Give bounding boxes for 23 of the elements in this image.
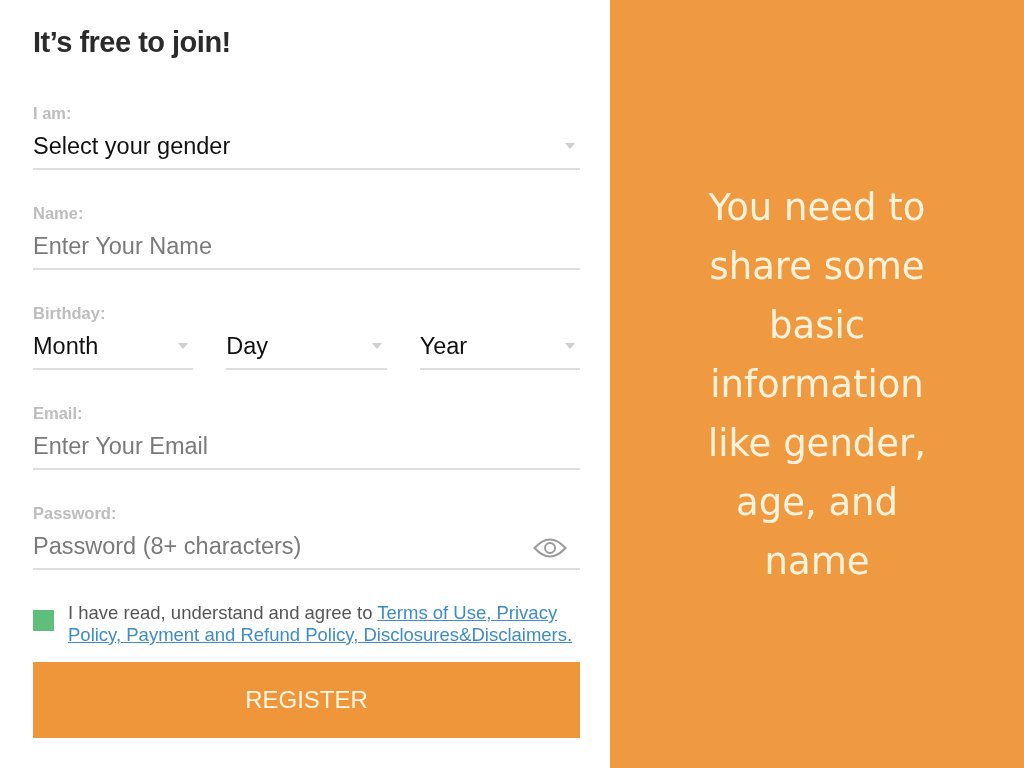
caret-icon [565, 343, 575, 349]
policy-link[interactable]: Terms of Use, Privacy [377, 602, 558, 623]
field-label: Name: [33, 204, 84, 222]
input-field[interactable]: Enter Your Email [33, 430, 580, 470]
field-label: I am: [33, 104, 72, 122]
dropdown[interactable]: Day [226, 330, 387, 370]
dropdown[interactable]: Year [419, 330, 580, 370]
field-label: Password: [33, 504, 117, 522]
dropdown[interactable]: Month [33, 330, 194, 370]
caret-icon [565, 143, 575, 149]
form-title: It’s free to join! [33, 25, 231, 60]
caret-icon [178, 343, 189, 349]
agreement-text: I have read, understand and agree to Terms of Use, Privacy Policy, Payment and Refund Policy, Disclosures&Disclaimers. [68, 602, 574, 646]
info-message: You need to share some basic information like gender, age, and name [706, 184, 928, 585]
dropdown[interactable]: Select your gender [33, 130, 580, 170]
password-field[interactable]: Password (8+ characters) [33, 530, 580, 570]
field-label: Email: [33, 404, 83, 422]
field-label: Birthday: [33, 304, 106, 322]
checkbox[interactable] [33, 610, 54, 631]
eye-icon[interactable] [533, 537, 567, 559]
input-field[interactable]: Enter Your Name [33, 230, 580, 270]
caret-icon [371, 343, 382, 349]
policy-link[interactable]: Policy, Payment and Refund Policy, Disclosures&Disclaimers. [68, 624, 573, 645]
